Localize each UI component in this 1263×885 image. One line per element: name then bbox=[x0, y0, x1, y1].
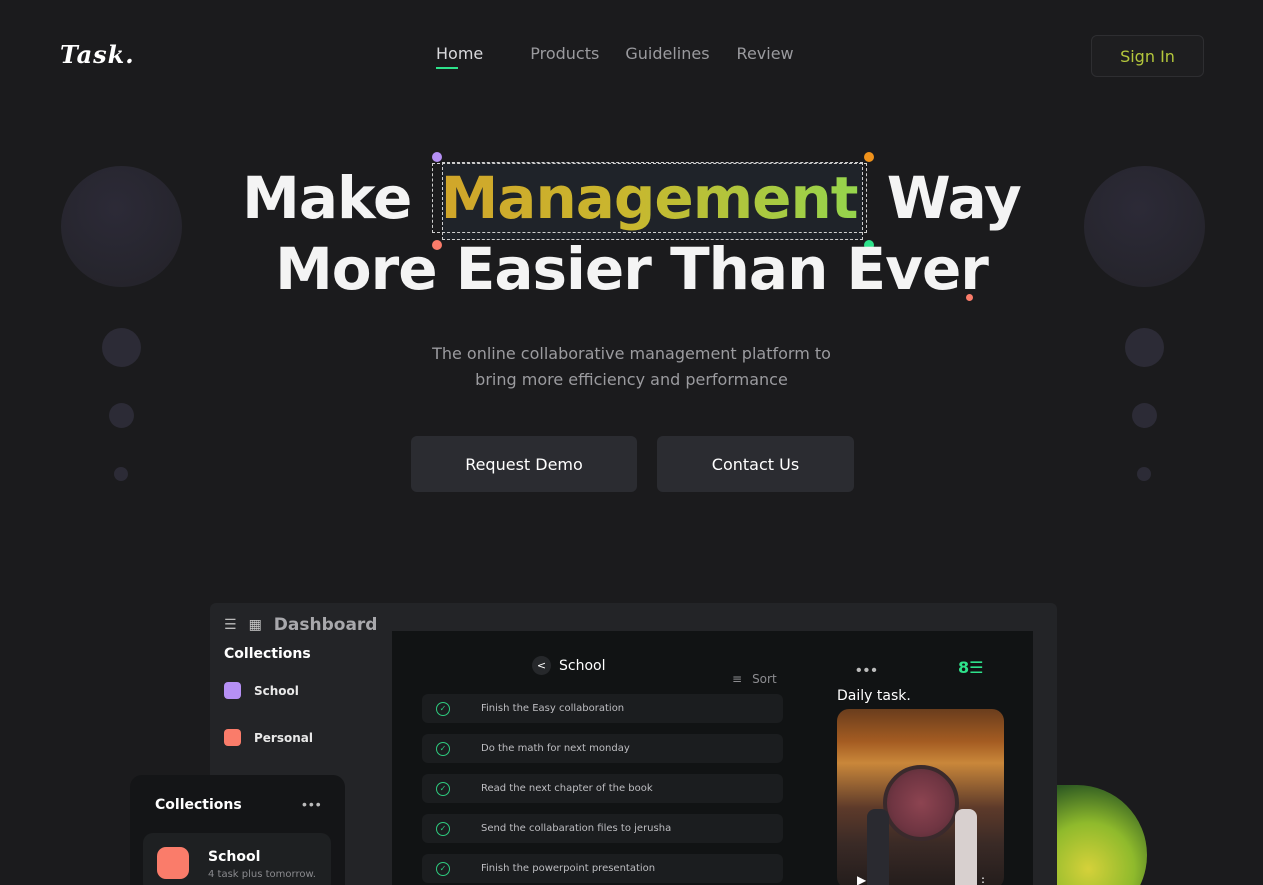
play-icon[interactable]: ▶ bbox=[857, 873, 866, 885]
task-row[interactable]: ✓ Finish the powerpoint presentation bbox=[422, 854, 783, 883]
check-icon[interactable]: ✓ bbox=[436, 781, 450, 796]
grid-icon[interactable]: ▦ bbox=[249, 617, 262, 633]
task-row[interactable]: ✓ Do the math for next monday bbox=[422, 734, 783, 763]
card-item-name: School bbox=[208, 849, 261, 865]
more-options-icon[interactable]: ••• bbox=[856, 662, 879, 680]
collection-color-swatch bbox=[157, 847, 189, 879]
collections-title: Collections bbox=[224, 646, 311, 662]
main-nav: Home Products Guidelines Review bbox=[436, 44, 794, 69]
back-chevron-icon[interactable]: < bbox=[532, 656, 551, 675]
check-icon[interactable]: ✓ bbox=[436, 861, 450, 876]
figure-right bbox=[955, 809, 977, 885]
list-title: School bbox=[559, 657, 606, 674]
nav-products[interactable]: Products bbox=[530, 44, 599, 69]
decor-dot bbox=[1137, 467, 1151, 481]
check-icon[interactable]: ✓ bbox=[436, 821, 450, 836]
figure-left bbox=[867, 809, 889, 885]
decor-dot bbox=[1132, 403, 1157, 428]
nav-guidelines[interactable]: Guidelines bbox=[625, 44, 709, 69]
sign-in-button[interactable]: Sign In bbox=[1091, 35, 1204, 77]
daily-task-illustration[interactable]: ▶ ⋮ bbox=[837, 709, 1004, 885]
decor-dot bbox=[114, 467, 128, 481]
decor-green-orb bbox=[1049, 785, 1147, 885]
selection-handle bbox=[432, 152, 442, 162]
task-row[interactable]: ✓ Read the next chapter of the book bbox=[422, 774, 783, 803]
hero-title-line1: Make Management Way bbox=[242, 163, 1022, 233]
hero-highlight-word: Management bbox=[431, 163, 867, 233]
collection-item-personal[interactable]: Personal bbox=[224, 729, 313, 746]
user-list-icon[interactable]: 8☰ bbox=[958, 658, 983, 677]
clock-illustration bbox=[883, 765, 959, 841]
dashboard-title: Dashboard bbox=[273, 615, 378, 635]
dashboard-header: ☰ ▦ Dashboard bbox=[224, 615, 377, 635]
selection-handle bbox=[864, 152, 874, 162]
decor-dot bbox=[109, 403, 134, 428]
card-title: Collections bbox=[155, 797, 242, 813]
menu-icon[interactable]: ☰ bbox=[224, 617, 237, 633]
list-header: < School bbox=[532, 656, 605, 675]
task-row[interactable]: ✓ Send the collabaration files to jerusha bbox=[422, 814, 783, 843]
card-item-subtitle: 4 task plus tomorrow. bbox=[208, 869, 316, 880]
more-vertical-icon[interactable]: ⋮ bbox=[977, 875, 989, 885]
request-demo-button[interactable]: Request Demo bbox=[411, 436, 637, 492]
check-icon[interactable]: ✓ bbox=[436, 741, 450, 756]
nav-review[interactable]: Review bbox=[737, 44, 794, 69]
sort-button[interactable]: ≡ Sort bbox=[732, 672, 777, 686]
hero-title-line2: More Easier Than Ever bbox=[275, 235, 989, 303]
collection-item-school[interactable]: School bbox=[224, 682, 299, 699]
hero-subtitle: The online collaborative management plat… bbox=[432, 344, 831, 389]
filter-icon: ≡ bbox=[732, 672, 743, 686]
check-icon[interactable]: ✓ bbox=[436, 701, 450, 716]
nav-home[interactable]: Home bbox=[436, 44, 483, 69]
card-more-icon[interactable]: ••• bbox=[302, 796, 323, 812]
collection-color-swatch bbox=[224, 682, 241, 699]
brand-logo[interactable]: Task. bbox=[60, 40, 135, 69]
task-row[interactable]: ✓ Finish the Easy collaboration bbox=[422, 694, 783, 723]
daily-task-title: Daily task. bbox=[837, 688, 911, 704]
collection-color-swatch bbox=[224, 729, 241, 746]
contact-us-button[interactable]: Contact Us bbox=[657, 436, 854, 492]
